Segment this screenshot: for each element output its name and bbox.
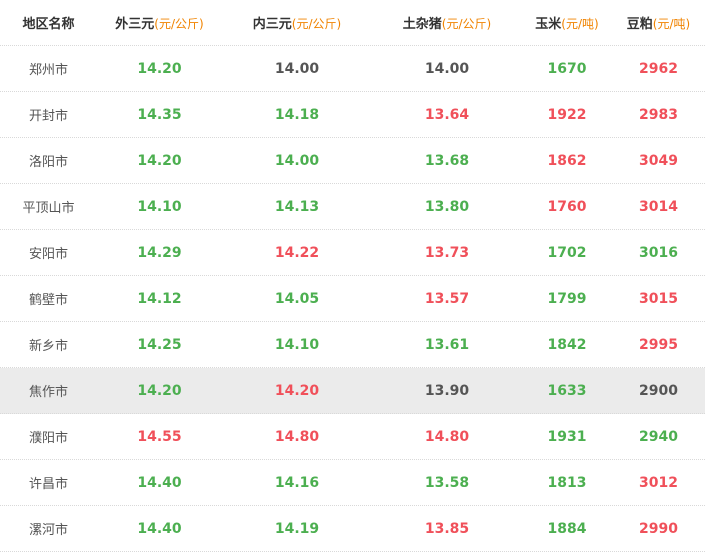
header-col-3: 土杂猪(元/公斤) xyxy=(372,13,522,32)
price-value: 14.19 xyxy=(274,520,320,537)
header-col-name: 外三元 xyxy=(115,17,155,32)
price-value: 14.80 xyxy=(274,428,320,445)
price-value: 14.00 xyxy=(274,60,320,77)
price-value: 13.80 xyxy=(424,198,470,215)
header-col-1: 外三元(元/公斤) xyxy=(97,13,222,32)
price-value: 1922 xyxy=(547,106,587,123)
price-value: 3049 xyxy=(639,152,678,169)
region-name[interactable]: 安阳市 xyxy=(0,243,97,262)
price-value: 14.18 xyxy=(274,106,320,123)
price-value: 14.16 xyxy=(274,474,320,491)
price-value: 1702 xyxy=(547,244,587,261)
price-value: 2983 xyxy=(639,106,678,123)
price-value: 14.40 xyxy=(137,474,182,491)
header-col-name: 土杂猪 xyxy=(402,17,442,32)
header-col-name: 玉米 xyxy=(535,17,562,32)
header-col-2: 内三元(元/公斤) xyxy=(222,13,372,32)
price-value: 1799 xyxy=(547,290,587,307)
region-name[interactable]: 焦作市 xyxy=(0,381,97,400)
price-value: 14.80 xyxy=(424,428,470,445)
price-value: 1862 xyxy=(547,152,587,169)
header-col-4: 玉米(元/吨) xyxy=(522,13,612,32)
price-value: 14.35 xyxy=(137,106,182,123)
price-value: 2990 xyxy=(639,520,678,537)
price-value: 14.13 xyxy=(274,198,320,215)
price-value: 3012 xyxy=(639,474,678,491)
header-region: 地区名称 xyxy=(0,13,97,32)
header-col-name: 内三元 xyxy=(252,17,292,32)
price-value: 2940 xyxy=(639,428,678,445)
price-value: 1884 xyxy=(547,520,587,537)
price-value: 14.29 xyxy=(137,244,182,261)
region-name[interactable]: 漯河市 xyxy=(0,519,97,538)
header-col-name: 豆粕 xyxy=(626,17,653,32)
header-col-5: 豆粕(元/吨) xyxy=(612,13,705,32)
table-row[interactable]: 洛阳市 14.20 14.00 13.68 1862 3049 xyxy=(0,138,705,184)
price-value: 14.25 xyxy=(137,336,182,353)
region-name[interactable]: 鹤壁市 xyxy=(0,289,97,308)
region-name[interactable]: 平顶山市 xyxy=(0,197,97,216)
region-name[interactable]: 濮阳市 xyxy=(0,427,97,446)
table-row[interactable]: 开封市 14.35 14.18 13.64 1922 2983 xyxy=(0,92,705,138)
price-value: 14.40 xyxy=(137,520,182,537)
header-col-unit: (元/吨) xyxy=(561,17,599,31)
header-col-unit: (元/公斤) xyxy=(154,17,204,31)
table-header: 地区名称 外三元(元/公斤) 内三元(元/公斤) 土杂猪(元/公斤) 玉米(元/… xyxy=(0,0,705,46)
price-value: 1633 xyxy=(547,382,587,399)
table-row[interactable]: 鹤壁市 14.12 14.05 13.57 1799 3015 xyxy=(0,276,705,322)
region-name[interactable]: 郑州市 xyxy=(0,59,97,78)
price-value: 14.10 xyxy=(274,336,320,353)
price-value: 14.05 xyxy=(274,290,320,307)
price-value: 2900 xyxy=(639,382,678,399)
header-col-unit: (元/公斤) xyxy=(291,17,342,31)
table-row[interactable]: 新乡市 14.25 14.10 13.61 1842 2995 xyxy=(0,322,705,368)
table-row[interactable]: 漯河市 14.40 14.19 13.85 1884 2990 xyxy=(0,506,705,552)
price-value: 1931 xyxy=(547,428,587,445)
price-value: 13.57 xyxy=(424,290,470,307)
price-value: 2962 xyxy=(639,60,678,77)
price-value: 2995 xyxy=(639,336,678,353)
region-name[interactable]: 洛阳市 xyxy=(0,151,97,170)
price-value: 14.12 xyxy=(137,290,182,307)
price-value: 14.10 xyxy=(137,198,182,215)
price-value: 13.61 xyxy=(424,336,470,353)
price-value: 13.68 xyxy=(424,152,470,169)
price-table: 地区名称 外三元(元/公斤) 内三元(元/公斤) 土杂猪(元/公斤) 玉米(元/… xyxy=(0,0,705,552)
price-value: 1760 xyxy=(547,198,587,215)
price-value: 1842 xyxy=(547,336,587,353)
price-value: 13.90 xyxy=(424,382,470,399)
price-value: 13.73 xyxy=(424,244,470,261)
price-value: 14.55 xyxy=(137,428,182,445)
price-value: 14.20 xyxy=(137,152,182,169)
header-col-unit: (元/吨) xyxy=(652,17,691,31)
price-value: 14.00 xyxy=(424,60,470,77)
price-value: 13.85 xyxy=(424,520,470,537)
region-name[interactable]: 开封市 xyxy=(0,105,97,124)
price-value: 3014 xyxy=(639,198,678,215)
price-value: 14.00 xyxy=(274,152,320,169)
region-name[interactable]: 许昌市 xyxy=(0,473,97,492)
price-value: 3016 xyxy=(639,244,678,261)
table-row[interactable]: 焦作市 14.20 14.20 13.90 1633 2900 xyxy=(0,368,705,414)
price-value: 3015 xyxy=(639,290,678,307)
region-name[interactable]: 新乡市 xyxy=(0,335,97,354)
price-value: 14.22 xyxy=(274,244,320,261)
table-row[interactable]: 许昌市 14.40 14.16 13.58 1813 3012 xyxy=(0,460,705,506)
table-row[interactable]: 郑州市 14.20 14.00 14.00 1670 2962 xyxy=(0,46,705,92)
table-row[interactable]: 平顶山市 14.10 14.13 13.80 1760 3014 xyxy=(0,184,705,230)
price-value: 14.20 xyxy=(274,382,320,399)
price-value: 13.58 xyxy=(424,474,470,491)
price-value: 14.20 xyxy=(137,60,182,77)
price-value: 14.20 xyxy=(137,382,182,399)
price-value: 1813 xyxy=(547,474,587,491)
table-row[interactable]: 濮阳市 14.55 14.80 14.80 1931 2940 xyxy=(0,414,705,460)
table-row[interactable]: 安阳市 14.29 14.22 13.73 1702 3016 xyxy=(0,230,705,276)
header-col-unit: (元/公斤) xyxy=(441,17,492,31)
price-value: 1670 xyxy=(547,60,587,77)
table-body: 郑州市 14.20 14.00 14.00 1670 2962 开封市 14.35 14.18 1… xyxy=(0,46,705,552)
price-value: 13.64 xyxy=(424,106,470,123)
header-region-label: 地区名称 xyxy=(22,17,75,32)
